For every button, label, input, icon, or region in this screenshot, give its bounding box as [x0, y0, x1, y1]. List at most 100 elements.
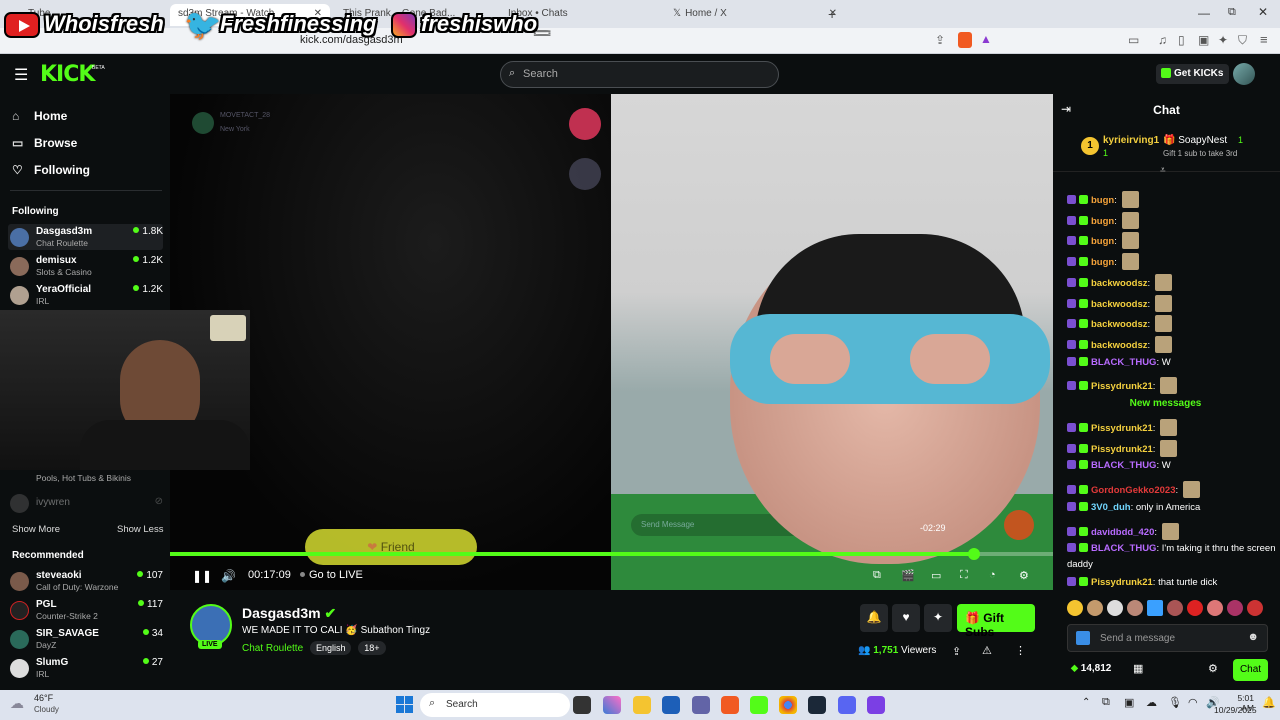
tag[interactable]: 18+ [358, 641, 386, 655]
user-avatar[interactable] [1233, 63, 1255, 85]
emote-icon[interactable] [1147, 600, 1163, 616]
settings-gear-icon[interactable]: ⚙ [1019, 569, 1029, 582]
chat-username[interactable]: Pissydrunk21 [1091, 444, 1153, 455]
weather-temp[interactable]: 46°F [34, 693, 53, 703]
network-icon[interactable]: ☁ [1146, 696, 1157, 709]
share-icon[interactable]: ⇪ [952, 645, 961, 658]
following-channel[interactable]: YeraOfficial IRL 1.2K [8, 282, 163, 308]
emote-icon[interactable] [1127, 600, 1143, 616]
pause-button[interactable]: ❚❚ [192, 569, 212, 583]
chat-input[interactable]: Send a message ☻ [1067, 624, 1268, 652]
more-options-icon[interactable]: ⋮ [1015, 644, 1026, 657]
follow-heart-button[interactable]: ♥ [892, 604, 920, 632]
clip-icon[interactable]: 🎬 [901, 569, 915, 582]
emote-icon[interactable] [1247, 600, 1263, 616]
chat-username[interactable]: bugn [1091, 257, 1114, 268]
reader-icon[interactable]: ▭ [1128, 33, 1139, 47]
chat-username[interactable]: bugn [1091, 216, 1114, 227]
offline-channel[interactable]: ivywren ⊘ [8, 490, 163, 516]
task-view-icon[interactable] [573, 696, 591, 714]
menu-icon[interactable]: ≡ [1260, 32, 1268, 47]
chat-username[interactable]: backwoodsz [1091, 340, 1148, 351]
nav-following[interactable]: ♡ Following [12, 163, 90, 177]
chat-username[interactable]: bugn [1091, 236, 1114, 247]
brave-rewards-icon[interactable]: ▲ [980, 32, 992, 46]
runner-name[interactable]: 🎁 SoapyNest [1163, 135, 1227, 146]
maximize-button[interactable]: ⧉ [1228, 6, 1236, 19]
seek-handle[interactable] [967, 548, 980, 560]
teams-icon[interactable] [692, 696, 710, 714]
nav-home[interactable]: ⌂ Home [12, 109, 67, 123]
search-input[interactable]: ⌕ Search [500, 61, 779, 88]
chat-username[interactable]: Pissydrunk21 [1091, 381, 1153, 392]
browser-tab[interactable]: 𝕏 Home / X ✕ [665, 4, 845, 26]
volume-icon[interactable]: 🔊 [221, 569, 236, 583]
video-player[interactable]: MOVETACT_28 New York Send Message -02:29 [170, 94, 1053, 590]
chat-username[interactable]: bugn [1091, 195, 1114, 206]
notification-icon[interactable]: 🔔 [1262, 696, 1276, 709]
store-icon[interactable]: ▦ [1133, 662, 1143, 675]
brave-shield-icon[interactable] [958, 32, 972, 48]
emote-icon[interactable] [1107, 600, 1123, 616]
chat-username[interactable]: Pissydrunk21 [1091, 577, 1153, 588]
mic-icon[interactable]: 🎙 [1168, 696, 1182, 709]
chat-username[interactable]: backwoodsz [1091, 319, 1148, 330]
discord-icon[interactable] [838, 696, 856, 714]
tag[interactable]: English [309, 641, 352, 655]
chat-username[interactable]: backwoodsz [1091, 299, 1148, 310]
store-app-icon[interactable] [662, 696, 680, 714]
chat-send-button[interactable]: Chat [1233, 659, 1268, 681]
tray-overflow-icon[interactable]: ⌃ [1082, 697, 1090, 708]
chat-settings-icon[interactable]: ⚙ [1208, 662, 1218, 675]
new-tab-button[interactable]: + [828, 6, 836, 22]
leader-name[interactable]: kyrieirving1 [1103, 135, 1159, 146]
emote-icon[interactable] [1067, 600, 1083, 616]
clock-date[interactable]: 10/29/2025 [1214, 705, 1257, 715]
emote-icon[interactable] [1167, 600, 1183, 616]
fullscreen-icon[interactable]: ⛶ [960, 569, 968, 582]
emote-icon[interactable] [1207, 600, 1223, 616]
kick-logo[interactable]: KICK [40, 62, 95, 87]
share-icon[interactable]: ⇪ [935, 33, 945, 47]
taskbar-search[interactable]: ⌕ Search [420, 693, 570, 717]
chat-username[interactable]: BLACK_THUG [1091, 357, 1156, 368]
steam-icon[interactable] [808, 696, 826, 714]
chrome-icon[interactable] [779, 696, 797, 714]
following-channel[interactable]: demisux Slots & Casino 1.2K [8, 253, 163, 279]
notification-bell-button[interactable]: 🔔 [860, 604, 888, 632]
recommended-channel[interactable]: steveaoki Call of Duty: Warzone 107 [8, 568, 163, 594]
minimize-button[interactable]: — [1198, 6, 1210, 20]
emote-icon[interactable] [1187, 600, 1203, 616]
report-flag-icon[interactable]: ⚠ [982, 644, 992, 657]
wallet-icon[interactable]: ▣ [1198, 33, 1209, 47]
chat-username[interactable]: BLACK_THUG [1091, 543, 1156, 554]
category-link[interactable]: Chat Roulette [242, 643, 303, 654]
gift-subs-button[interactable]: 🎁 Gift Subs [957, 604, 1035, 639]
nav-browse[interactable]: ▭ Browse [12, 136, 77, 150]
recommended-channel[interactable]: SlumG IRL 27 [8, 655, 163, 681]
kick-points[interactable]: ⬥ 14,812 [1071, 663, 1111, 674]
expand-icon[interactable]: ⩡ [1160, 165, 1166, 176]
chat-username[interactable]: BLACK_THUG [1091, 460, 1156, 471]
music-icon[interactable]: ♫ [1158, 33, 1167, 47]
brave-icon[interactable] [721, 696, 739, 714]
emote-icon[interactable] [1087, 600, 1103, 616]
wifi-icon[interactable]: ◠ [1188, 696, 1198, 709]
file-explorer-icon[interactable] [633, 696, 651, 714]
app-icon[interactable] [867, 696, 885, 714]
kick-app-icon[interactable] [750, 696, 768, 714]
mini-player-icon[interactable]: ⧉ [873, 569, 881, 582]
theatre-mode-icon[interactable]: ▭ [931, 569, 941, 582]
go-to-live-button[interactable]: Go to LIVE [300, 569, 363, 581]
chat-username[interactable]: backwoodsz [1091, 278, 1148, 289]
show-more-button[interactable]: Show More [12, 524, 60, 535]
following-channel[interactable]: Dasgasd3m Chat Roulette 1.8K [8, 224, 163, 250]
show-less-button[interactable]: Show Less [117, 524, 163, 535]
get-kicks-button[interactable]: Get KICKs [1156, 64, 1230, 84]
emote-icon[interactable] [1227, 600, 1243, 616]
sidebar-toggle-icon[interactable]: ▯ [1178, 33, 1185, 47]
tray-icon[interactable]: ⧉ [1102, 696, 1110, 709]
windows-start-icon[interactable] [396, 696, 413, 713]
recommended-channel[interactable]: PGL Counter-Strike 2 117 [8, 597, 163, 623]
chat-username[interactable]: davidbdd_420 [1091, 527, 1154, 538]
